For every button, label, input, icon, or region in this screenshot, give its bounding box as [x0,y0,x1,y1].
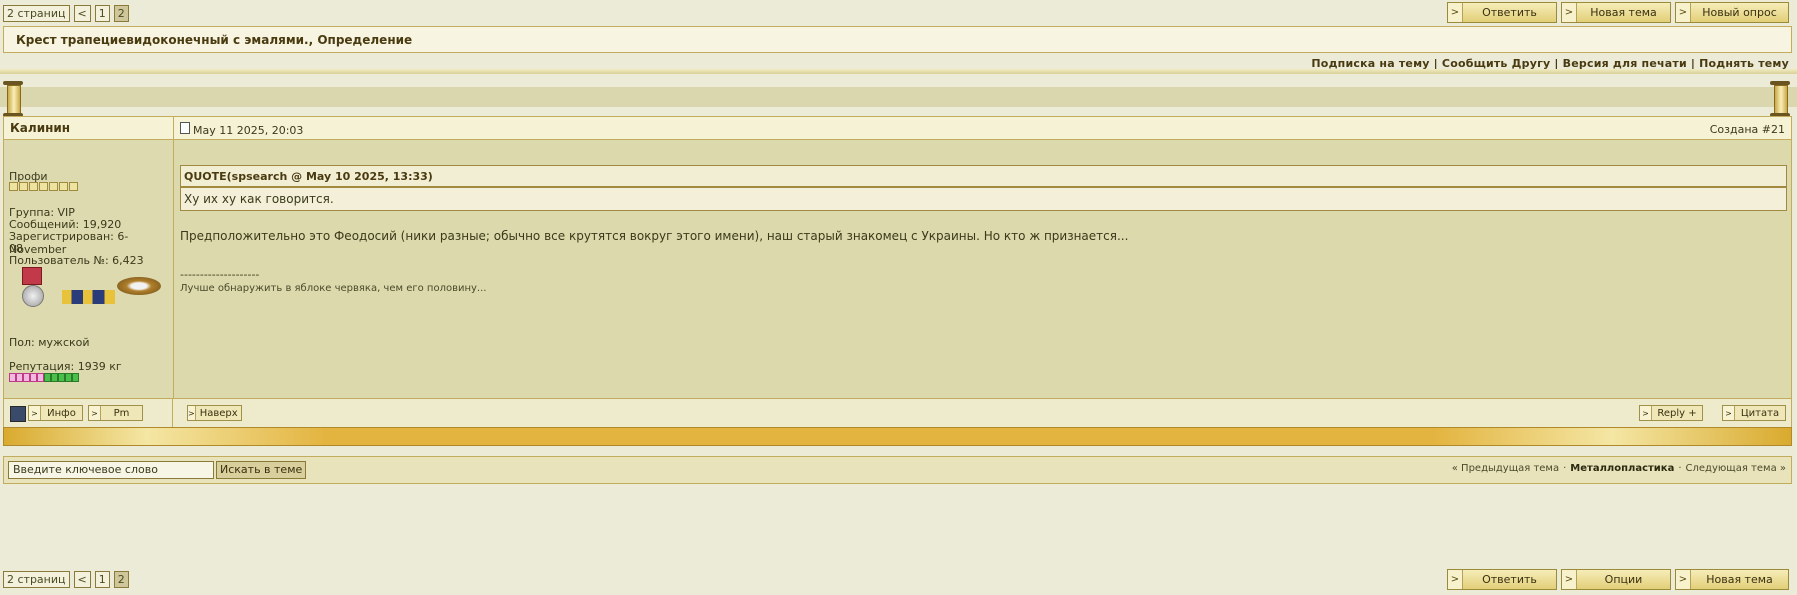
options-button[interactable]: > Опции [1561,569,1671,590]
medal-cross-icon [22,285,44,307]
rank-pips [9,182,78,191]
arrow-icon: > [1562,570,1577,589]
arrow-icon: > [1562,3,1577,22]
next-topic-link[interactable]: Следующая тема » [1686,463,1786,474]
post-date: May 11 2025, 20:03 [193,124,304,137]
search-input[interactable] [8,461,214,479]
topic-title: Крест трапециевидоконечный с эмалями., О… [16,33,413,47]
author-user-number: Пользователь №: 6,423 [9,254,144,267]
pages-count[interactable]: 2 страниц [3,5,70,22]
author-info: Профи Группа: VIP Сообщений: 19,920 Заре… [4,140,174,398]
signature: Лучше обнаружить в яблоке червяка, чем е… [180,283,487,294]
topic-navigation: « Предыдущая тема · Металлопластика · Сл… [1451,463,1786,474]
post-icon [180,122,190,134]
page-2-current: 2 [113,5,129,22]
author-reputation: Репутация: 1939 кг [9,360,122,373]
quote-header: QUOTE(spsearch @ May 10 2025, 13:33) [180,165,1787,187]
prev-page-link[interactable]: < [73,571,91,588]
divider [172,399,173,428]
prev-page-link[interactable]: < [73,5,91,22]
scroll-ornament-left [3,81,23,117]
quote-body: Ху их ху как говорится. [180,187,1787,211]
reputation-bar [9,373,79,382]
pm-button[interactable]: > Pm [88,405,143,421]
arrow-icon: > [1676,3,1691,22]
info-button[interactable]: > Инфо [28,405,83,421]
reply-button[interactable]: > Ответить [1447,2,1557,23]
medal-ribbon-icon [22,267,42,285]
signature-divider: -------------------- [180,268,260,281]
page-1-link[interactable]: 1 [94,571,110,588]
divider [0,69,1797,74]
author-gender: Пол: мужской [9,336,90,349]
arrow-icon: > [1448,3,1463,22]
reply-button-bottom[interactable]: > Ответить [1447,569,1557,590]
gold-divider [3,427,1792,446]
page-1-link[interactable]: 1 [94,5,110,22]
reply-plus-button[interactable]: > Reply + [1639,405,1703,421]
new-poll-button[interactable]: > Новый опрос [1675,2,1789,23]
new-topic-button-bottom[interactable]: > Новая тема [1675,569,1789,590]
offline-status-icon [10,406,26,422]
post-author-header: Калинин [4,117,174,140]
medal-bar-icon [62,290,115,304]
post: Калинин May 11 2025, 20:03 Создана #21 П… [3,116,1792,428]
pager-bottom: 2 страниц < 1 2 [3,571,129,588]
to-top-button[interactable]: > Наверх [187,405,242,421]
page-2-current: 2 [113,571,129,588]
post-body: Предположительно это Феодосий (ники разн… [180,229,1129,243]
prev-topic-link[interactable]: « Предыдущая тема [1452,463,1559,474]
author-name[interactable]: Калинин [10,121,70,135]
search-bar: Искать в теме « Предыдущая тема · Металл… [3,456,1792,484]
post-footer: > Инфо > Pm > Наверх > Reply + > Цитата [4,398,1791,428]
medal-badge-icon [117,277,161,295]
search-topic-button[interactable]: Искать в теме [216,461,307,479]
quote-button[interactable]: > Цитата [1722,405,1786,421]
arrow-icon: > [1448,570,1463,589]
post-header: May 11 2025, 20:03 Создана #21 [174,117,1791,140]
author-registered: Зарегистрирован: 6-November [9,230,129,256]
scroll-ornament-right [1770,81,1790,117]
pages-count[interactable]: 2 страниц [3,571,70,588]
post-number[interactable]: Создана #21 [1710,123,1785,136]
pager-top: 2 страниц < 1 2 [3,5,129,22]
topic-title-box: Крест трапециевидоконечный с эмалями., О… [3,26,1792,53]
divider-band [0,87,1797,107]
forum-link[interactable]: Металлопластика [1570,463,1674,474]
new-topic-button[interactable]: > Новая тема [1561,2,1671,23]
arrow-icon: > [1676,570,1691,589]
